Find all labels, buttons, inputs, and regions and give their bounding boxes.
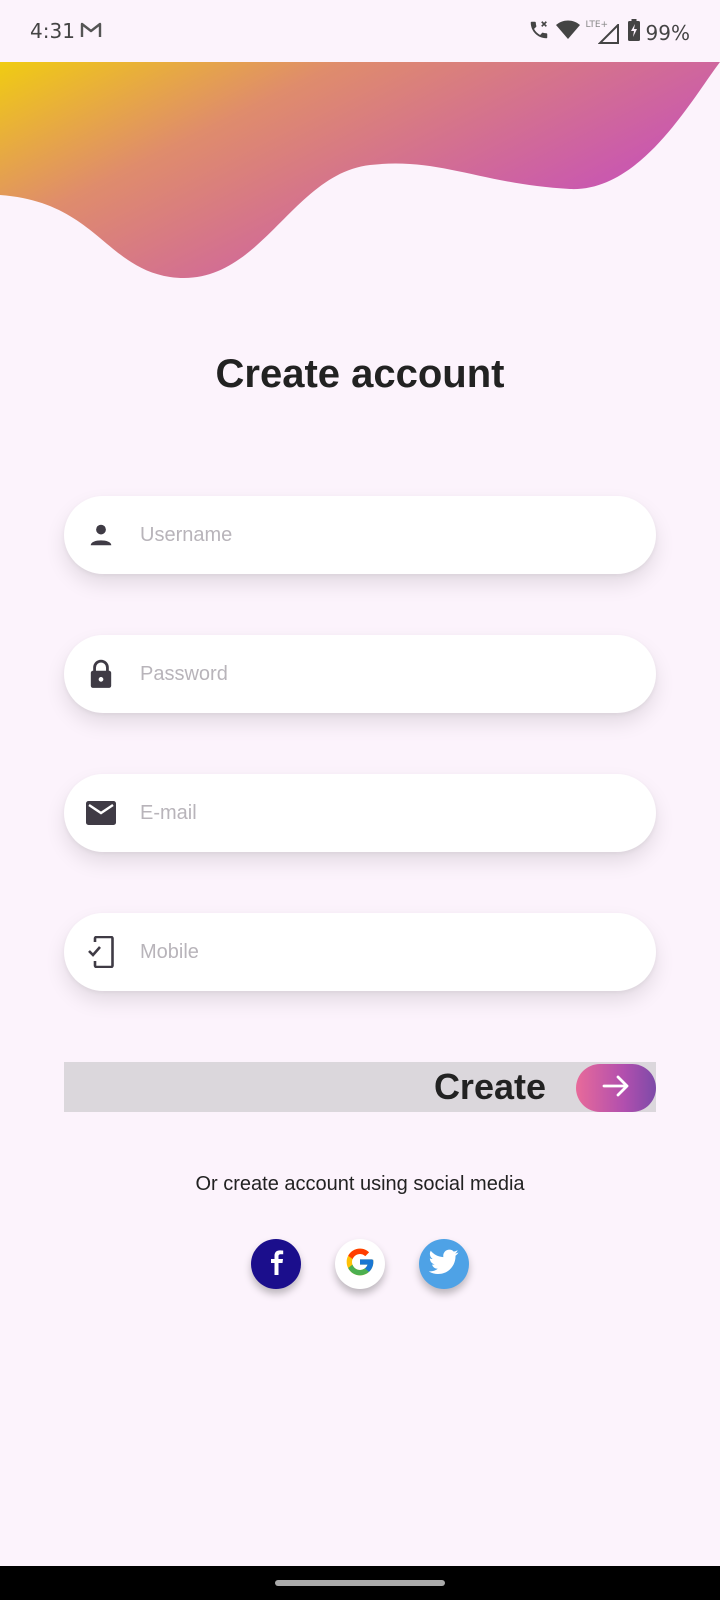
create-label[interactable]: Create (434, 1066, 546, 1108)
status-bar: 4:31 LTE+ 99% (0, 0, 720, 62)
home-gesture-handle[interactable] (275, 1580, 445, 1586)
battery-icon (627, 19, 640, 46)
call-wifi-icon (528, 19, 550, 46)
google-icon (344, 1246, 376, 1283)
person-icon (86, 520, 116, 550)
wave-header-graphic (0, 62, 720, 279)
password-input[interactable] (140, 662, 600, 686)
facebook-icon (266, 1248, 286, 1281)
facebook-button[interactable] (251, 1239, 301, 1289)
wifi-icon (555, 20, 580, 45)
mobile-field[interactable] (64, 913, 656, 991)
email-field[interactable] (64, 774, 656, 852)
password-field[interactable] (64, 635, 656, 713)
twitter-icon (428, 1249, 459, 1280)
lte-signal-icon: LTE+ (586, 20, 622, 44)
phone-check-icon (86, 936, 116, 968)
username-field[interactable] (64, 496, 656, 574)
google-button[interactable] (335, 1239, 385, 1289)
status-icons: LTE+ 99% (528, 19, 690, 46)
mail-icon (86, 798, 116, 828)
system-navigation-bar (0, 1566, 720, 1600)
arrow-right-icon (601, 1074, 631, 1103)
email-input[interactable] (140, 801, 600, 825)
username-input[interactable] (140, 523, 600, 547)
page-title: Create account (215, 352, 505, 396)
gmail-icon (80, 21, 102, 44)
battery-percentage: 99% (645, 20, 690, 45)
social-prompt-text: Or create account using social media (195, 1173, 525, 1195)
lock-icon (86, 659, 116, 689)
twitter-button[interactable] (419, 1239, 469, 1289)
create-arrow-button[interactable] (576, 1064, 656, 1112)
create-row[interactable]: Create (64, 1062, 656, 1112)
status-time: 4:31 (30, 19, 75, 43)
mobile-input[interactable] (140, 940, 600, 964)
